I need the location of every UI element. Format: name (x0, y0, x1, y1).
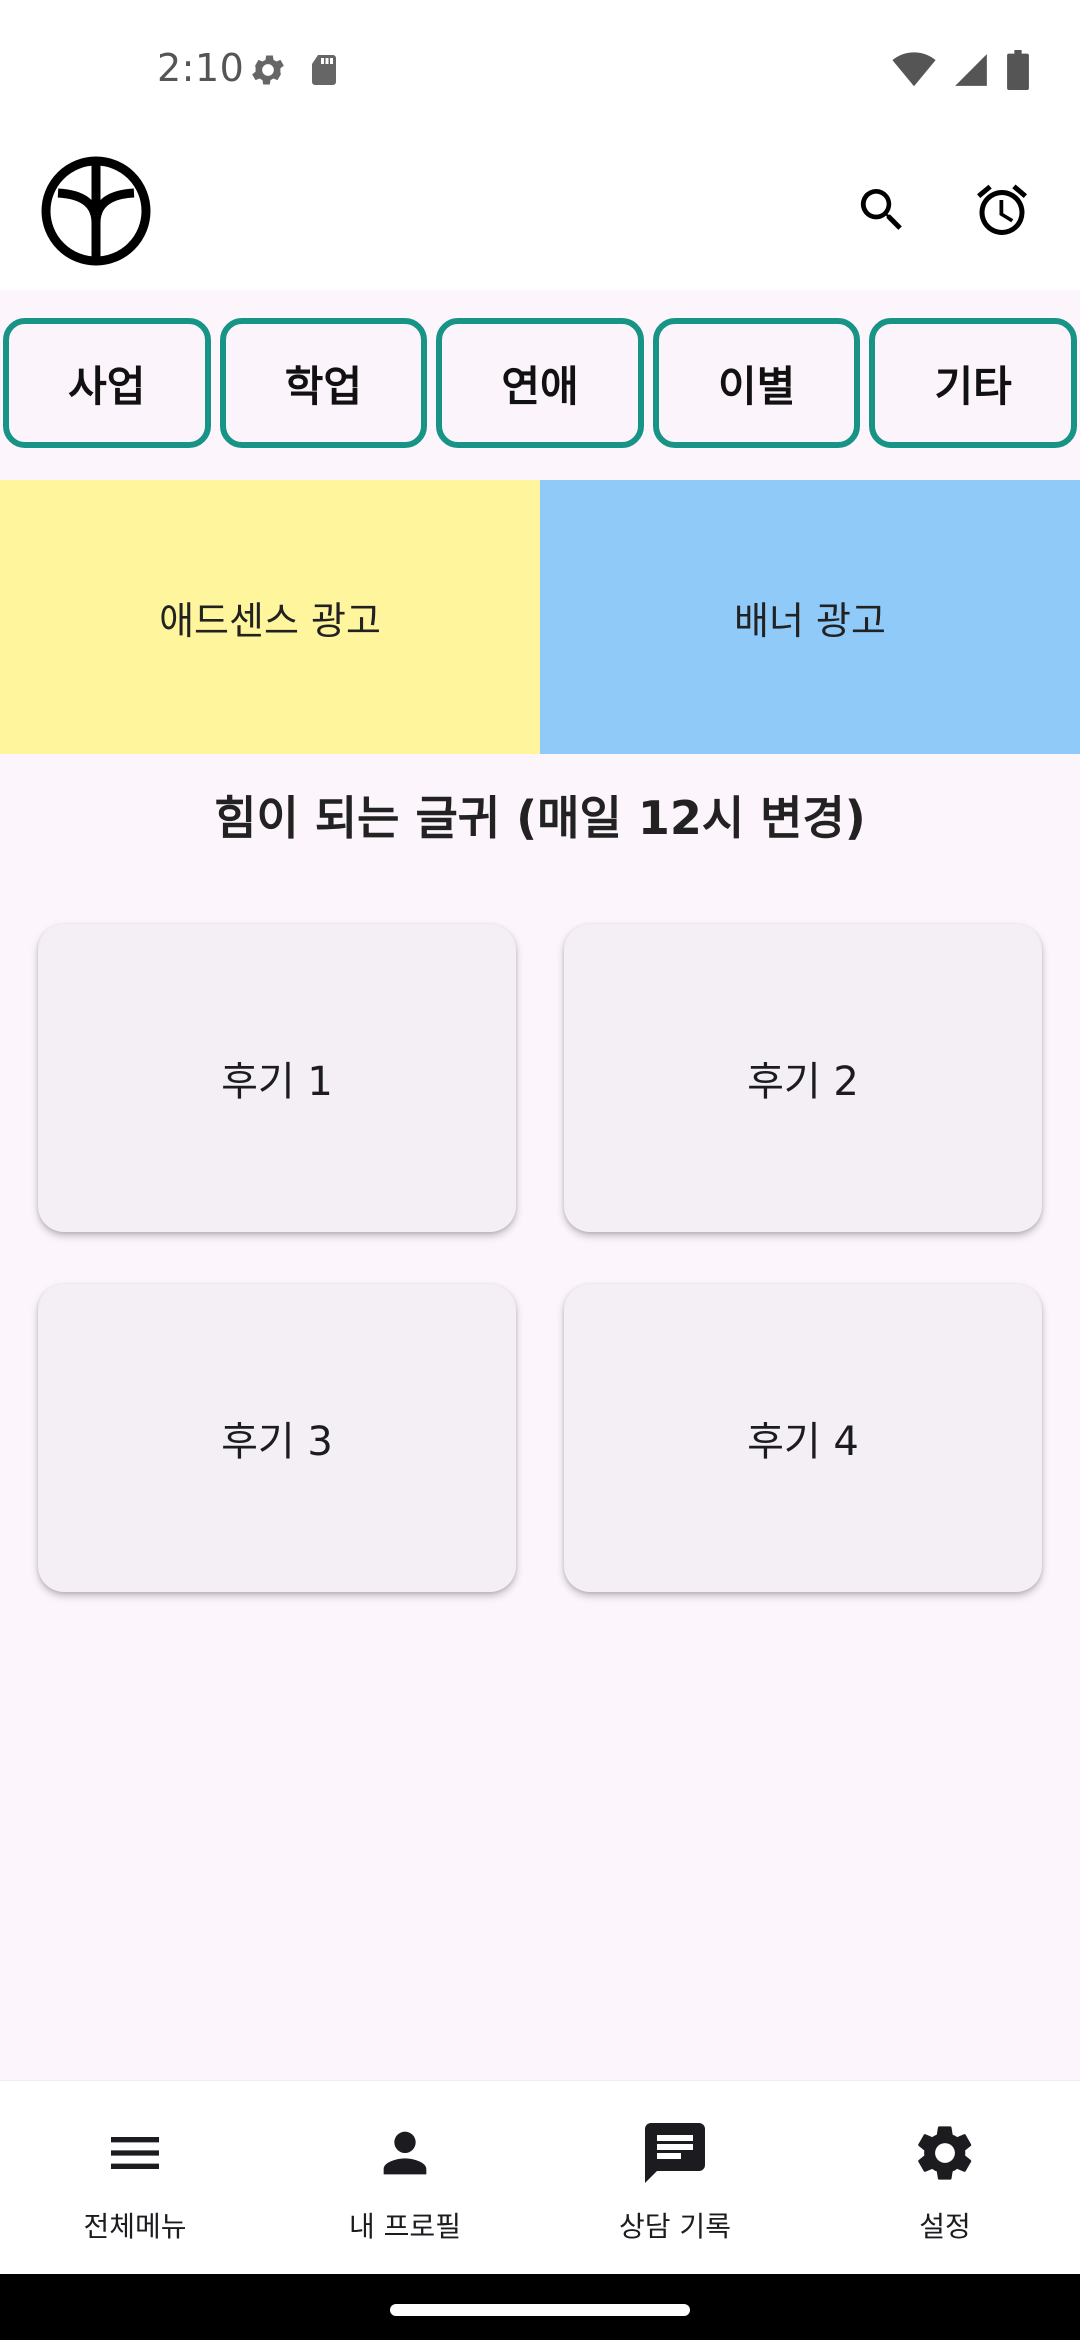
nav-label: 전체메뉴 (83, 2210, 187, 2243)
review-card-2[interactable]: 후기 2 (564, 924, 1042, 1232)
home-gesture-handle[interactable] (390, 2304, 690, 2316)
app-bar (0, 140, 1080, 290)
battery-icon (1006, 50, 1030, 94)
bottom-nav: 전체메뉴 내 프로필 상담 기록 설정 (0, 2080, 1080, 2274)
status-bar: 2:10 (0, 0, 1080, 140)
category-romance-button[interactable]: 연애 (436, 318, 644, 448)
nav-item-menu[interactable]: 전체메뉴 (0, 2081, 270, 2275)
review-card-label: 후기 3 (221, 1419, 333, 1465)
category-study-button[interactable]: 학업 (219, 318, 428, 448)
status-time: 2:10 (157, 46, 245, 90)
ads-row: 애드센스 광고 배너 광고 (0, 480, 1080, 754)
review-grid: 후기 1 후기 2 후기 3 후기 4 (38, 924, 1042, 1592)
review-card-1[interactable]: 후기 1 (38, 924, 516, 1232)
nav-item-settings[interactable]: 설정 (810, 2081, 1080, 2275)
review-card-label: 후기 2 (747, 1059, 859, 1105)
screen: 2:10 사업 학업 연애 이별 기타 애드센스 광고 배너 광고 힘이 되는 … (0, 0, 1080, 2340)
menu-icon (99, 2117, 171, 2189)
review-card-label: 후기 1 (221, 1059, 333, 1105)
section-title: 힘이 되는 글귀 (매일 12시 변경) (214, 791, 866, 845)
wifi-icon (892, 52, 936, 92)
sd-card-icon (306, 50, 342, 94)
banner-ad-label: 배너 광고 (734, 598, 886, 643)
adsense-ad-label: 애드센스 광고 (159, 598, 381, 643)
category-row: 사업 학업 연애 이별 기타 (0, 290, 1080, 480)
category-other-button[interactable]: 기타 (869, 318, 1077, 448)
person-icon (369, 2117, 441, 2189)
settings-gear-icon (248, 50, 288, 94)
gear-icon (909, 2117, 981, 2189)
review-card-3[interactable]: 후기 3 (38, 1284, 516, 1592)
chat-icon (639, 2117, 711, 2189)
review-card-4[interactable]: 후기 4 (564, 1284, 1042, 1592)
status-left-icons (248, 50, 342, 94)
banner-ad[interactable]: 배너 광고 (540, 480, 1080, 754)
search-icon (854, 182, 910, 242)
status-right-icons (892, 50, 1030, 94)
category-breakup-button[interactable]: 이별 (652, 318, 861, 448)
nav-item-profile[interactable]: 내 프로필 (270, 2081, 540, 2275)
nav-label: 설정 (919, 2210, 971, 2243)
alarm-clock-icon (972, 180, 1032, 244)
category-business-button[interactable]: 사업 (3, 318, 211, 448)
cellular-signal-icon (952, 51, 990, 93)
gesture-area (0, 2274, 1080, 2340)
nav-label: 내 프로필 (349, 2210, 461, 2243)
nav-label: 상담 기록 (619, 2210, 731, 2243)
adsense-ad[interactable]: 애드센스 광고 (0, 480, 540, 754)
alarm-button[interactable] (960, 170, 1044, 254)
search-button[interactable] (840, 170, 924, 254)
nav-item-history[interactable]: 상담 기록 (540, 2081, 810, 2275)
peace-logo-icon (40, 155, 152, 267)
review-card-label: 후기 4 (747, 1419, 859, 1465)
